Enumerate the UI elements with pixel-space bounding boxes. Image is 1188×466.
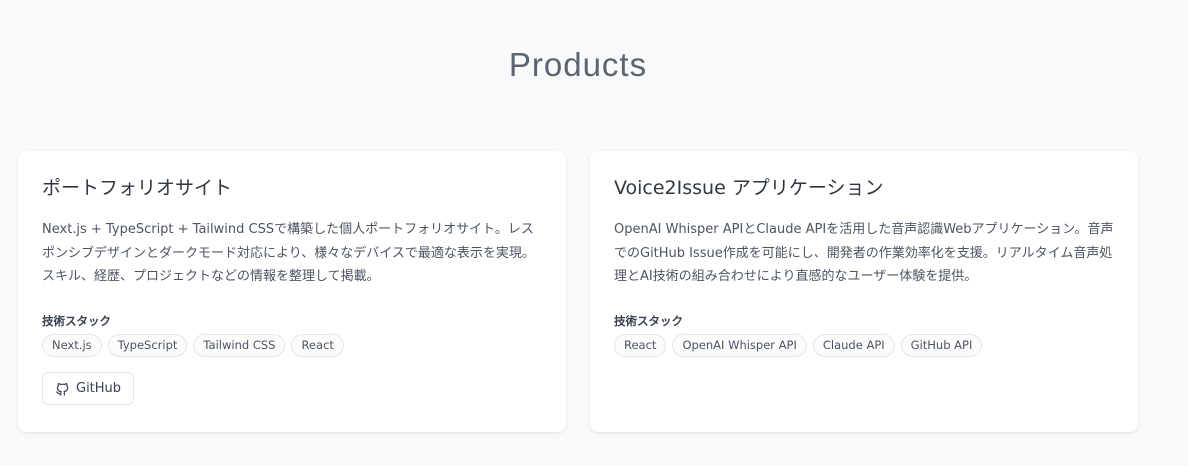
- tech-tag: React: [614, 334, 667, 357]
- product-card-portfolio: ポートフォリオサイト Next.js + TypeScript + Tailwi…: [18, 151, 566, 432]
- tech-tag: Tailwind CSS: [193, 334, 286, 357]
- tech-tags: Next.js TypeScript Tailwind CSS React: [42, 334, 542, 357]
- card-description: OpenAI Whisper APIとClaude APIを活用した音声認識We…: [614, 222, 1114, 284]
- product-card-voice2issue: Voice2Issue アプリケーション OpenAI Whisper APIと…: [590, 151, 1138, 432]
- tech-tag: Next.js: [42, 334, 102, 357]
- github-button-label: GitHub: [76, 381, 122, 396]
- tech-stack-label: 技術スタック: [42, 314, 111, 328]
- tech-tag: Claude API: [812, 334, 895, 357]
- tech-tag: OpenAI Whisper API: [672, 334, 807, 357]
- tech-tag: TypeScript: [107, 334, 188, 357]
- card-description: Next.js + TypeScript + Tailwind CSSで構築した…: [42, 222, 535, 284]
- github-icon: [55, 381, 70, 396]
- card-title: ポートフォリオサイト: [42, 177, 233, 199]
- tech-stack-label: 技術スタック: [614, 314, 683, 328]
- github-button[interactable]: GitHub: [42, 372, 135, 405]
- tech-tag: GitHub API: [900, 334, 983, 357]
- products-section: Products ポートフォリオサイト Next.js + TypeScript…: [0, 0, 1188, 466]
- tech-tags: React OpenAI Whisper API Claude API GitH…: [614, 334, 1114, 357]
- section-title: Products: [508, 46, 648, 83]
- card-title: Voice2Issue アプリケーション: [614, 177, 884, 199]
- tech-tag: React: [291, 334, 344, 357]
